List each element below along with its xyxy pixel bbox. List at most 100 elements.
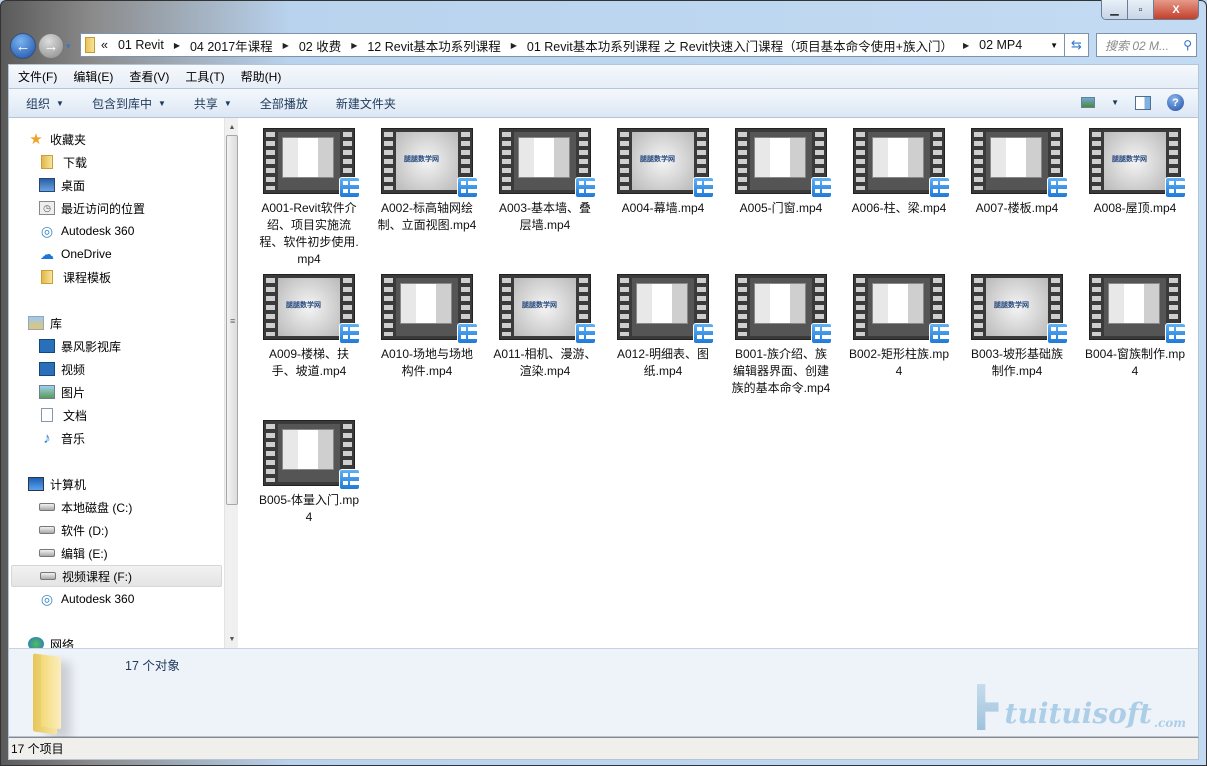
- share-button[interactable]: 共享 ▼: [194, 95, 232, 112]
- video-player-badge-icon: [811, 323, 832, 344]
- refresh-button[interactable]: ⇆: [1065, 33, 1089, 57]
- item-count: 17 个项目: [11, 742, 64, 756]
- sidebar-item-drive-c[interactable]: 本地磁盘 (C:): [9, 496, 132, 518]
- video-thumbnail: 腿腿数学网: [263, 274, 360, 344]
- sidebar-item-drive-d[interactable]: 软件 (D:): [9, 519, 108, 541]
- forward-button[interactable]: →: [38, 33, 64, 59]
- preview-pane-icon[interactable]: [1135, 95, 1151, 110]
- sidebar-libraries[interactable]: 库: [9, 312, 62, 334]
- play-all-button[interactable]: 全部播放: [260, 95, 308, 112]
- video-thumbnail: [617, 274, 714, 344]
- file-item[interactable]: A005-门窗.mp4: [725, 128, 837, 217]
- sidebar-item-recent[interactable]: ◷ 最近访问的位置: [9, 197, 145, 219]
- sidebar-item-desktop[interactable]: 桌面: [9, 174, 85, 196]
- close-button[interactable]: X: [1154, 0, 1198, 19]
- file-name: B004-窗族制作.mp4: [1084, 347, 1186, 378]
- organize-button[interactable]: 组织 ▼: [26, 95, 64, 112]
- maximize-button[interactable]: ▫: [1128, 0, 1154, 19]
- change-view-icon[interactable]: [1081, 97, 1096, 108]
- sidebar-label: Autodesk 360: [61, 224, 135, 238]
- sidebar-label: Autodesk 360: [61, 592, 135, 606]
- sidebar-item-autodesk360[interactable]: ◎ Autodesk 360: [9, 220, 135, 242]
- scroll-up-arrow-icon[interactable]: ▲: [225, 120, 239, 134]
- file-item[interactable]: A007-楼板.mp4: [961, 128, 1073, 217]
- sidebar-item-documents[interactable]: 文档: [9, 404, 87, 426]
- new-folder-button[interactable]: 新建文件夹: [336, 95, 396, 112]
- navigation-buttons: ← → ▾: [10, 33, 71, 59]
- file-item[interactable]: 腿腿数学网 A002-标高轴网绘制、立面视图.mp4: [371, 128, 483, 234]
- file-name: A011-相机、漫游、渲染.mp4: [493, 347, 597, 378]
- menu-view[interactable]: 查看(V): [129, 68, 169, 85]
- navigation-scrollbar[interactable]: ▲ ≡ ▼: [224, 118, 238, 648]
- thumbnail-frame: 腿腿数学网: [514, 278, 576, 336]
- menu-file[interactable]: 文件(F): [18, 68, 57, 85]
- menu-edit[interactable]: 编辑(E): [73, 68, 113, 85]
- search-icon[interactable]: ⚲: [1183, 38, 1192, 52]
- breadcrumb-chevron-icon[interactable]: ▶: [351, 41, 357, 50]
- address-history-dropdown[interactable]: ▼: [1050, 41, 1058, 50]
- breadcrumb-overflow[interactable]: «: [101, 38, 108, 52]
- file-item[interactable]: 腿腿数学网 A009-楼梯、扶手、坡道.mp4: [253, 274, 365, 380]
- menu-tools[interactable]: 工具(T): [185, 68, 224, 85]
- sidebar-item-autodesk360-drive[interactable]: ◎ Autodesk 360: [9, 588, 135, 610]
- file-item[interactable]: A003-基本墙、叠层墙.mp4: [489, 128, 601, 234]
- chevron-down-icon: ▼: [157, 98, 166, 108]
- view-options-dropdown[interactable]: ▼: [1111, 98, 1119, 107]
- sidebar-item-pictures[interactable]: 图片: [9, 381, 85, 403]
- breadcrumb-item[interactable]: 02 MP4: [979, 38, 1022, 52]
- recent-pages-dropdown[interactable]: ▾: [66, 41, 71, 52]
- file-item[interactable]: B004-窗族制作.mp4: [1079, 274, 1191, 380]
- sidebar-item-videos[interactable]: 视频: [9, 358, 85, 380]
- sidebar-item-drive-f[interactable]: 视频课程 (F:): [11, 565, 222, 587]
- back-button[interactable]: ←: [10, 33, 36, 59]
- file-item[interactable]: A010-场地与场地构件.mp4: [371, 274, 483, 380]
- watermark-text: tuituisoft: [1004, 697, 1152, 730]
- breadcrumb-item[interactable]: 01 Revit: [118, 38, 164, 52]
- include-in-library-button[interactable]: 包含到库中 ▼: [92, 95, 166, 112]
- sidebar-item-music[interactable]: ♪ 音乐: [9, 427, 85, 449]
- document-icon: [41, 408, 53, 422]
- sidebar-favorites[interactable]: ★ 收藏夹: [9, 128, 86, 150]
- folder-icon: [33, 653, 57, 735]
- sidebar-network[interactable]: 网络: [9, 633, 74, 648]
- file-item[interactable]: 腿腿数学网 A011-相机、漫游、渲染.mp4: [489, 274, 601, 380]
- sidebar-item-onedrive[interactable]: ☁ OneDrive: [9, 243, 112, 265]
- menu-help[interactable]: 帮助(H): [241, 68, 282, 85]
- search-input[interactable]: 搜索 02 M... ⚲: [1096, 33, 1197, 57]
- breadcrumb-chevron-icon[interactable]: ▶: [963, 41, 969, 50]
- file-item[interactable]: 腿腿数学网 B003-坡形基础族制作.mp4: [961, 274, 1073, 380]
- breadcrumb-item[interactable]: 01 Revit基本功系列课程 之 Revit快速入门课程（项目基本命令使用+族…: [527, 36, 953, 55]
- file-item[interactable]: A001-Revit软件介绍、项目实施流程、软件初步使用.mp4: [253, 128, 365, 268]
- scrollbar-thumb[interactable]: ≡: [226, 135, 238, 505]
- sidebar-label: 最近访问的位置: [61, 201, 146, 216]
- help-icon[interactable]: ?: [1167, 94, 1184, 111]
- file-item[interactable]: 腿腿数学网 A004-幕墙.mp4: [607, 128, 719, 217]
- drive-icon: [39, 526, 55, 534]
- file-item[interactable]: B005-体量入门.mp4: [253, 420, 365, 526]
- sidebar-computer[interactable]: 计算机: [9, 473, 86, 495]
- scroll-down-arrow-icon[interactable]: ▼: [225, 632, 239, 646]
- file-item[interactable]: B001-族介绍、族编辑器界面、创建族的基本命令.mp4: [725, 274, 837, 397]
- film-strip-icon: [1092, 132, 1101, 190]
- sidebar-label: 网络: [50, 637, 75, 649]
- breadcrumb-item[interactable]: 04 2017年课程: [190, 36, 273, 55]
- breadcrumb-chevron-icon[interactable]: ▶: [174, 41, 180, 50]
- breadcrumb-chevron-icon[interactable]: ▶: [511, 41, 517, 50]
- file-item[interactable]: A006-柱、梁.mp4: [843, 128, 955, 217]
- sidebar-item-course-templates[interactable]: 课程模板: [9, 266, 111, 288]
- breadcrumb-item[interactable]: 02 收费: [299, 36, 341, 55]
- sidebar-item-baofeng[interactable]: 暴风影视库: [9, 335, 121, 357]
- sidebar-label: 课程模板: [63, 270, 112, 285]
- breadcrumb-item[interactable]: 12 Revit基本功系列课程: [367, 36, 500, 55]
- sidebar-item-downloads[interactable]: 下载: [9, 151, 87, 173]
- address-bar[interactable]: « 01 Revit ▶ 04 2017年课程 ▶ 02 收费 ▶ 12 Revit基本功系…: [80, 33, 1065, 57]
- music-note-icon: ♪: [43, 429, 51, 447]
- sidebar-item-drive-e[interactable]: 编辑 (E:): [9, 542, 108, 564]
- film-strip-icon: [738, 132, 747, 190]
- film-strip-icon: [856, 132, 865, 190]
- breadcrumb-chevron-icon[interactable]: ▶: [283, 41, 289, 50]
- file-item[interactable]: B002-矩形柱族.mp4: [843, 274, 955, 380]
- minimize-button[interactable]: ▁: [1102, 0, 1128, 19]
- file-item[interactable]: A012-明细表、图纸.mp4: [607, 274, 719, 380]
- file-item[interactable]: 腿腿数学网 A008-屋顶.mp4: [1079, 128, 1191, 217]
